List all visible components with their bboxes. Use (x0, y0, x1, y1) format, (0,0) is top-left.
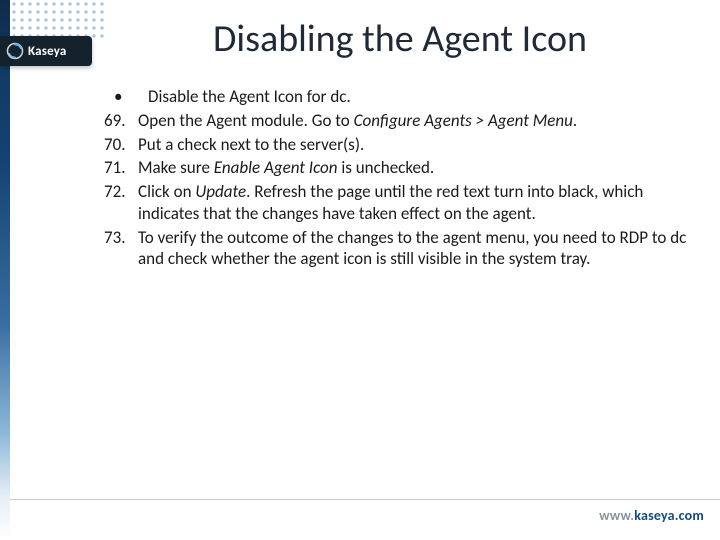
brand-name: Kaseya (28, 44, 67, 59)
instruction-list: • Disable the Agent Icon for dc. 69.Open… (104, 86, 694, 272)
left-gradient-strip (0, 0, 10, 540)
list-marker: • (104, 86, 148, 108)
list-text: To verify the outcome of the changes to … (138, 227, 694, 271)
list-text: Put a check next to the server(s). (138, 134, 694, 156)
list-item: 71.Make sure Enable Agent Icon is unchec… (104, 157, 694, 179)
list-text: Open the Agent module. Go to Configure A… (138, 110, 694, 132)
list-marker: 70. (104, 134, 138, 156)
list-marker: 72. (104, 181, 138, 225)
list-item: 73.To verify the outcome of the changes … (104, 227, 694, 271)
brand-mark-icon (6, 42, 24, 60)
page-title: Disabling the Agent Icon (110, 16, 690, 62)
list-item: 70.Put a check next to the server(s). (104, 134, 694, 156)
list-intro: • Disable the Agent Icon for dc. (104, 86, 694, 108)
list-marker: 71. (104, 157, 138, 179)
list-item: 69.Open the Agent module. Go to Configur… (104, 110, 694, 132)
footer-divider (10, 499, 720, 500)
footer-url-domain: kaseya.com (634, 507, 704, 524)
list-marker: 73. (104, 227, 138, 271)
footer-url: www.kaseya.com (599, 507, 704, 524)
list-text: Make sure Enable Agent Icon is unchecked… (138, 157, 694, 179)
list-text: Click on Update. Refresh the page until … (138, 181, 694, 225)
list-item: 72.Click on Update. Refresh the page unt… (104, 181, 694, 225)
list-text: Disable the Agent Icon for dc. (148, 86, 694, 108)
dot-grid-decoration (10, 0, 106, 40)
list-marker: 69. (104, 110, 138, 132)
footer-url-prefix: www. (599, 507, 634, 524)
brand-badge: Kaseya (0, 36, 92, 66)
